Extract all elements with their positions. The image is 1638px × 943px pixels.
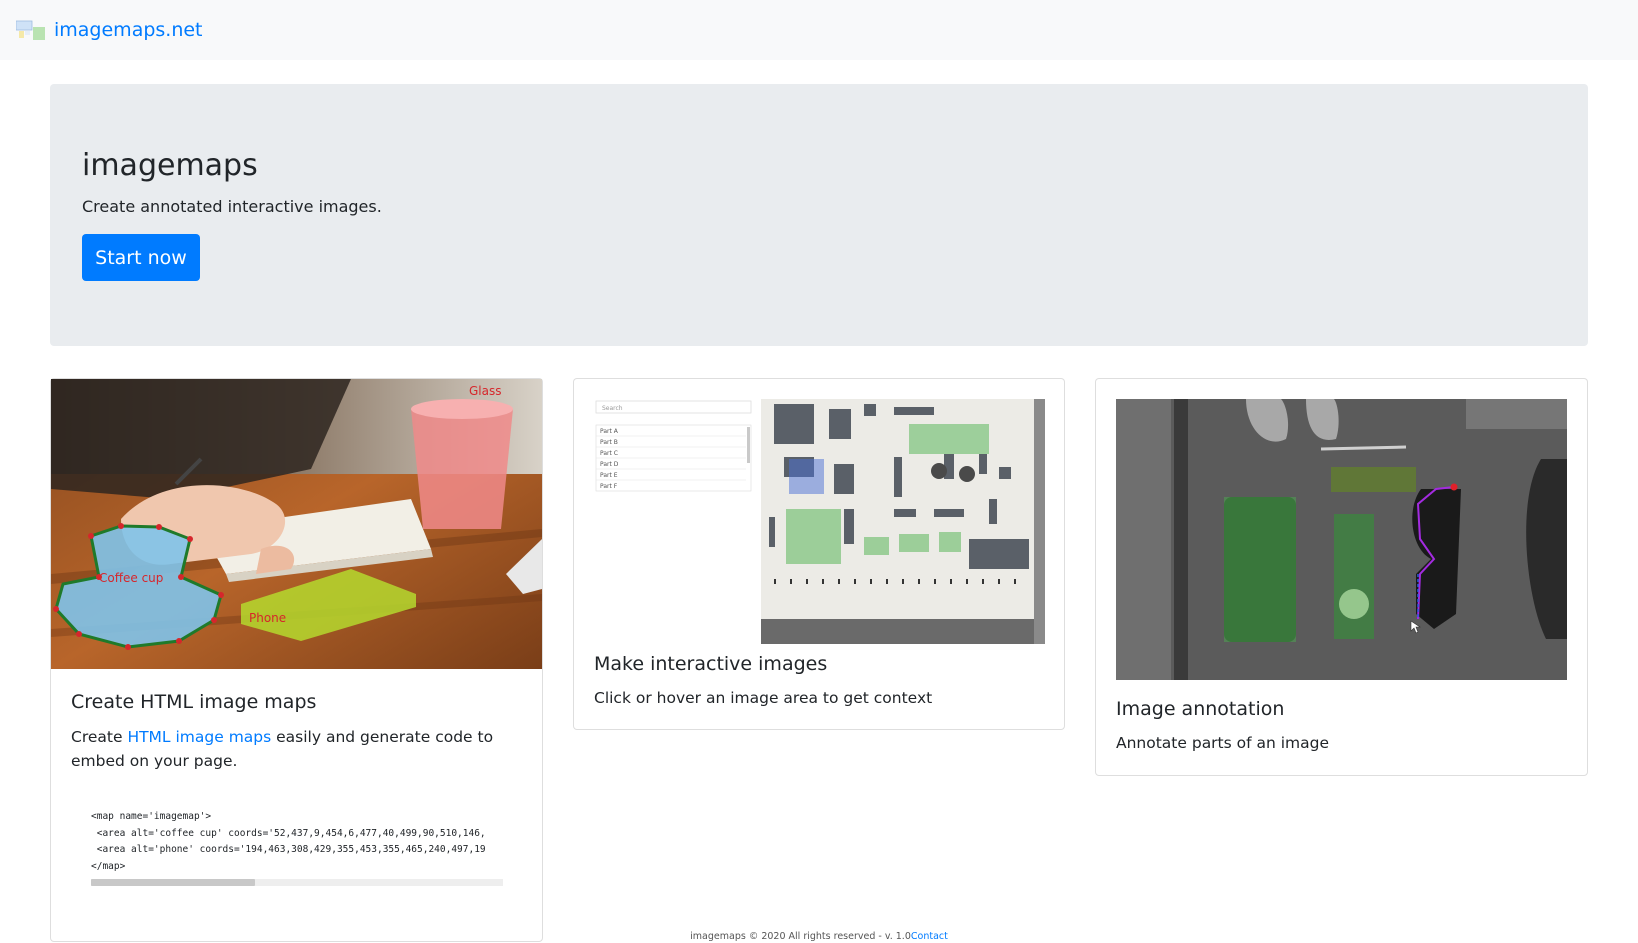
html-image-maps-link[interactable]: HTML image maps [127, 728, 271, 746]
part-list-item[interactable]: Part F [600, 483, 618, 490]
coffee-cup-label: Coffee cup [99, 571, 163, 585]
annotation-desk-image [1116, 399, 1567, 680]
card-title: Create HTML image maps [71, 691, 317, 713]
footer-copyright: imagemaps © 2020 All rights reserved - v… [690, 931, 911, 942]
imagemaps-logo-icon [16, 20, 45, 40]
part-list-item[interactable]: Part E [600, 472, 618, 479]
hero-lead: Create annotated interactive images. [82, 197, 382, 216]
card-image-annotation: Image annotation Annotate parts of an im… [1095, 378, 1588, 776]
card-title: Make interactive images [594, 653, 828, 675]
part-list-item[interactable]: Part C [600, 450, 618, 457]
interactive-parts-image: Search Part A Part B Part C Part D Part … [594, 399, 1045, 644]
start-now-button[interactable]: Start now [82, 234, 200, 281]
phone-label: Phone [249, 611, 286, 625]
card-description: Click or hover an image area to get cont… [594, 689, 933, 707]
part-list-item[interactable]: Part B [600, 439, 618, 446]
code-snippet[interactable]: <map name='imagemap'> <area alt='coffee … [91, 809, 503, 879]
card-description: Annotate parts of an image [1116, 734, 1330, 752]
contact-link[interactable]: Contact [911, 931, 948, 942]
coffee-table-image: Glass Coffee cup Phone [51, 379, 542, 669]
code-line: <area alt='phone' coords='194,463,308,42… [91, 844, 486, 855]
code-horizontal-scrollbar[interactable] [91, 879, 503, 886]
part-list-item[interactable]: Part D [600, 461, 619, 468]
search-input[interactable]: Search [602, 405, 623, 412]
code-line: <area alt='coffee cup' coords='52,437,9,… [91, 827, 486, 839]
brand-link[interactable]: imagemaps.net [16, 17, 203, 43]
hero-title: imagemaps [82, 148, 258, 183]
card-interactive-images: Search Part A Part B Part C Part D Part … [573, 378, 1065, 730]
brand-name[interactable]: imagemaps.net [54, 17, 203, 43]
glass-label: Glass [469, 384, 502, 398]
code-line: <map name='imagemap'> [91, 811, 212, 822]
card-title: Image annotation [1116, 698, 1285, 720]
footer: imagemaps © 2020 All rights reserved - v… [0, 931, 1638, 943]
code-line: </map> [91, 860, 126, 872]
hero-jumbotron: imagemaps Create annotated interactive i… [50, 84, 1588, 346]
navbar: imagemaps.net [0, 0, 1638, 60]
card-description: Create HTML image maps easily and genera… [71, 728, 494, 770]
scrollbar-thumb[interactable] [91, 879, 255, 886]
part-list-item[interactable]: Part A [600, 428, 619, 435]
card-html-image-maps: Glass Coffee cup Phone Create HTML image… [50, 378, 543, 942]
